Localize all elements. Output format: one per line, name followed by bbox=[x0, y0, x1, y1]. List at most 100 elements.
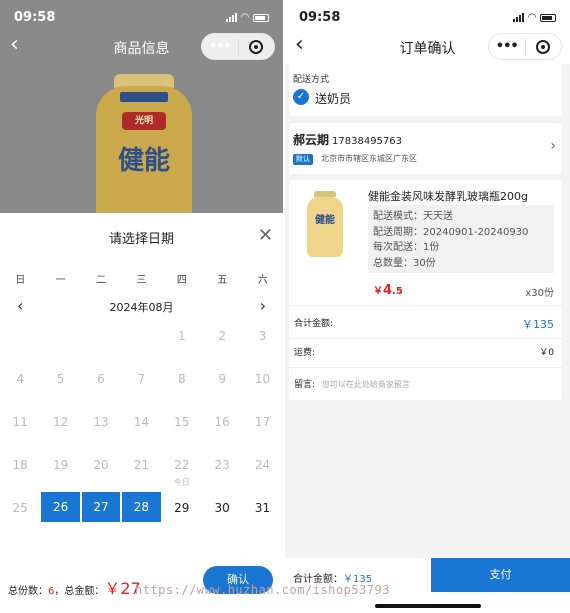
calendar-day[interactable]: 27 bbox=[81, 492, 121, 522]
calendar-grid: 1 2 3 4 5 6 7 8 9 10 11 12 13 14 15 16 17 18 19 20 21 22 今日 23 2… bbox=[0, 313, 283, 528]
battery-icon bbox=[540, 13, 556, 22]
weekday-label: 六 bbox=[257, 275, 268, 286]
calendar-day-number: 10 bbox=[254, 372, 271, 386]
weekday-header: 日一二三四五六 bbox=[0, 271, 283, 286]
calendar-day[interactable]: 14 bbox=[121, 399, 161, 442]
product-spec-box: 配送模式：天天送 配送周期：20240901-20240930 每次配送：1份 … bbox=[368, 205, 554, 273]
signal-icon bbox=[513, 13, 525, 22]
default-badge: 默认 bbox=[293, 154, 313, 165]
weekday-label: 日 bbox=[15, 275, 26, 286]
weekday-label: 二 bbox=[96, 275, 107, 286]
calendar-day[interactable]: 11 bbox=[0, 399, 40, 442]
spec-mode: 配送模式：天天送 bbox=[373, 211, 453, 222]
nav-bar: ‹ 订单确认 ••• bbox=[285, 30, 570, 64]
shipping-row: 运费: ￥0 bbox=[294, 345, 554, 358]
calendar-day-number: 19 bbox=[52, 458, 69, 472]
close-icon[interactable]: ✕ bbox=[258, 225, 273, 246]
calendar-day-number: 22 bbox=[174, 458, 190, 472]
calendar-day[interactable]: 16 bbox=[202, 399, 242, 442]
recipient-name: 郝云期 bbox=[293, 133, 330, 147]
count-label: 总份数： bbox=[8, 586, 48, 597]
pay-button[interactable]: 支付 bbox=[431, 558, 570, 592]
calendar-day[interactable]: 7 bbox=[121, 356, 161, 399]
more-icon[interactable]: ••• bbox=[202, 39, 238, 54]
product-quantity: x30份 bbox=[525, 288, 554, 299]
thumbnail-brand-text: 健能 bbox=[315, 215, 335, 226]
calendar-day[interactable]: 22 今日 bbox=[162, 442, 202, 487]
product-name: 健能金装风味发酵乳玻璃瓶200g bbox=[368, 190, 528, 203]
calendar-day[interactable]: 25 bbox=[0, 485, 40, 528]
calendar-empty-cell bbox=[121, 313, 161, 356]
calendar-day-number: 2 bbox=[218, 329, 226, 343]
calendar-day[interactable]: 30 bbox=[202, 485, 242, 528]
total-row: 合计金额: ￥135 bbox=[294, 316, 554, 331]
calendar-day-number: 13 bbox=[93, 415, 109, 429]
address-text: 北京市市辖区东城区广东区 bbox=[321, 154, 417, 163]
calendar-day-number: 17 bbox=[254, 415, 271, 429]
product-bottle-image: 光明 健能 bbox=[96, 74, 192, 213]
product-info-backdrop: 光明 健能 09:58 ◠ ‹ 商品信息 ••• bbox=[0, 0, 283, 213]
chevron-right-icon[interactable]: › bbox=[550, 138, 556, 154]
address-card[interactable]: 郝云期 17838495763 默认 北京市市辖区东城区广东区 › bbox=[289, 123, 562, 174]
spec-period: 配送周期：20240901-20240930 bbox=[373, 226, 529, 238]
checkmark-icon[interactable]: ✓ bbox=[293, 89, 309, 105]
calendar-day[interactable]: 3 bbox=[242, 313, 282, 356]
calendar-day[interactable]: 26 bbox=[41, 492, 80, 522]
calendar-day[interactable]: 31 bbox=[242, 485, 282, 528]
calendar-week-row: 4 5 6 7 8 9 10 bbox=[0, 356, 283, 399]
summary-text: 总份数：6，总金额：￥27 bbox=[8, 575, 141, 599]
calendar-day[interactable]: 23 bbox=[202, 442, 242, 485]
close-program-icon[interactable] bbox=[525, 39, 561, 54]
date-picker-sheet: 请选择日期 ✕ 日一二三四五六 ‹ 2024年08月 › 1 2 3 4 5 6 7 8 9 10… bbox=[0, 213, 283, 613]
calendar-day[interactable]: 2 bbox=[202, 313, 242, 356]
calendar-day[interactable]: 4 bbox=[0, 356, 40, 399]
status-indicators: ◠ bbox=[226, 12, 269, 23]
calendar-day[interactable]: 20 bbox=[81, 442, 121, 485]
calendar-day-number: 28 bbox=[133, 500, 149, 514]
delivery-method-label: 配送方式 bbox=[293, 75, 330, 85]
calendar-day-number: 11 bbox=[12, 415, 28, 429]
calendar-day-number: 3 bbox=[258, 329, 267, 343]
remark-label: 留言: bbox=[294, 380, 316, 390]
mini-program-capsule: ••• bbox=[488, 33, 562, 60]
weekday-label: 一 bbox=[55, 275, 66, 286]
calendar-day[interactable]: 6 bbox=[81, 356, 121, 399]
delivery-option[interactable]: 送奶员 bbox=[315, 90, 351, 107]
calendar-day[interactable]: 17 bbox=[242, 399, 282, 442]
calendar-day[interactable]: 9 bbox=[202, 356, 242, 399]
calendar-week-row: 25 26 27 28 29 30 31 bbox=[0, 485, 283, 528]
calendar-day-number: 14 bbox=[133, 415, 149, 429]
calendar-day[interactable]: 21 bbox=[121, 442, 161, 485]
calendar-day-number: 26 bbox=[52, 500, 69, 514]
shipping-value: ￥0 bbox=[539, 348, 554, 358]
remark-input[interactable]: 您可以在此处给商家留言 bbox=[322, 380, 410, 389]
calendar-day[interactable]: 8 bbox=[162, 356, 202, 399]
weekday-label: 三 bbox=[136, 275, 147, 286]
order-confirm-screen: 09:58 ◠ ‹ 订单确认 ••• 配送方式 ✓ 送奶员 郝云期 1783849… bbox=[285, 0, 570, 613]
calendar-day-number: 8 bbox=[177, 372, 186, 386]
calendar-day[interactable]: 15 bbox=[162, 399, 202, 442]
calendar-day[interactable]: 24 bbox=[242, 442, 282, 485]
calendar-day[interactable]: 5 bbox=[40, 356, 80, 399]
calendar-day[interactable]: 19 bbox=[40, 442, 80, 485]
calendar-day[interactable]: 28 bbox=[122, 492, 161, 522]
calendar-day[interactable]: 10 bbox=[242, 356, 282, 399]
calendar-day[interactable]: 1 bbox=[162, 313, 202, 356]
calendar-day[interactable]: 18 bbox=[0, 442, 40, 485]
calendar-day-number: 4 bbox=[16, 372, 25, 386]
more-icon[interactable]: ••• bbox=[489, 39, 525, 54]
watermark: https://www.huzhan.com/ishop53793 bbox=[135, 583, 390, 597]
spec-total-qty: 总数量：30份 bbox=[373, 257, 436, 269]
nav-bar: ‹ 商品信息 ••• bbox=[0, 30, 283, 64]
weekday-label: 四 bbox=[176, 275, 187, 286]
calendar-day[interactable]: 13 bbox=[81, 399, 121, 442]
calendar-day-number: 31 bbox=[254, 501, 271, 515]
calendar-day[interactable]: 29 bbox=[162, 485, 202, 528]
calendar-week-row: 18 19 20 21 22 今日 23 24 bbox=[0, 442, 283, 487]
calendar-day-number: 7 bbox=[137, 372, 146, 386]
remark-row[interactable]: 留言: 您可以在此处给商家留言 bbox=[294, 377, 554, 390]
total-value: ￥135 bbox=[522, 318, 554, 331]
calendar-empty-cell bbox=[81, 313, 121, 356]
close-program-icon[interactable] bbox=[238, 39, 274, 54]
calendar-day[interactable]: 12 bbox=[40, 399, 80, 442]
